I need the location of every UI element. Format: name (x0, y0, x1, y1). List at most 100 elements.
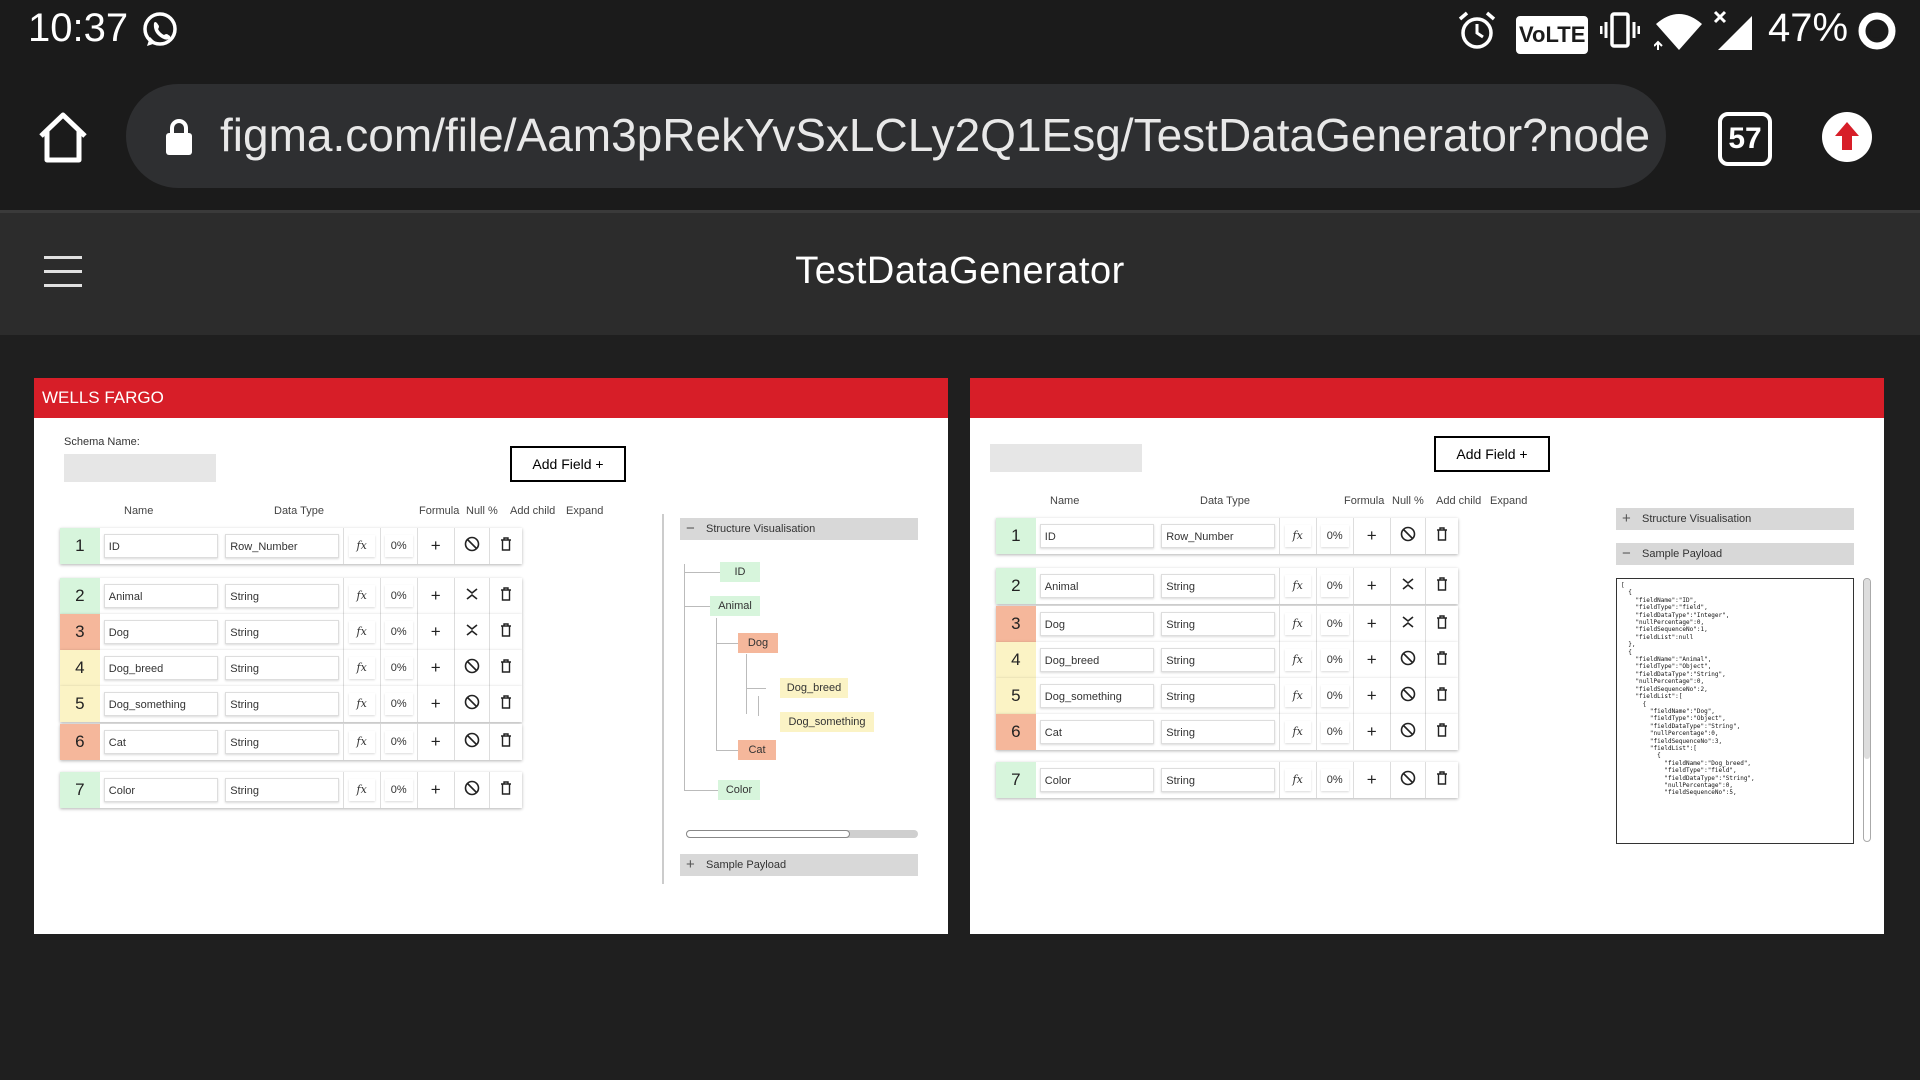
data-type-input[interactable]: String (225, 584, 340, 608)
null-percent-input[interactable]: 0% (1320, 685, 1349, 707)
formula-button[interactable]: fx (1284, 769, 1311, 791)
null-percent-input[interactable]: 0% (384, 585, 413, 607)
null-percent-input[interactable]: 0% (1320, 575, 1349, 597)
add-child-icon[interactable]: + (418, 694, 454, 714)
sample-payload-header[interactable]: + Sample Payload (680, 854, 918, 876)
data-type-input[interactable]: String (225, 692, 340, 716)
field-name-input[interactable]: Cat (103, 730, 218, 754)
formula-button[interactable]: fx (348, 535, 375, 557)
formula-button[interactable]: fx (1284, 721, 1311, 743)
field-row[interactable]: 7 Color String fx 0% + (60, 772, 522, 808)
field-row[interactable]: 1 ID Row_Number fx 0% + (60, 528, 522, 564)
disabled-icon[interactable] (1391, 722, 1425, 743)
scrollbar-thumb[interactable] (1864, 579, 1870, 759)
field-name-input[interactable]: Dog_something (103, 692, 218, 716)
data-type-input[interactable]: String (1161, 720, 1276, 744)
tree-node-dog-something[interactable]: Dog_something (780, 712, 874, 732)
add-child-icon[interactable]: + (418, 732, 454, 752)
collapse-arrows-icon[interactable] (1391, 614, 1425, 634)
null-percent-input[interactable]: 0% (384, 535, 413, 557)
delete-icon[interactable] (490, 694, 522, 714)
disabled-icon[interactable] (1391, 526, 1425, 547)
field-row[interactable]: 5 Dog_something String fx 0% + (60, 686, 522, 722)
field-name-input[interactable]: Cat (1039, 720, 1154, 744)
tree-node-color[interactable]: Color (718, 780, 760, 800)
add-child-icon[interactable]: + (1354, 576, 1390, 596)
add-child-icon[interactable]: + (1354, 770, 1390, 790)
disabled-icon[interactable] (455, 780, 489, 801)
field-name-input[interactable]: Animal (103, 584, 218, 608)
add-child-icon[interactable]: + (418, 586, 454, 606)
data-type-input[interactable]: String (225, 656, 340, 680)
scrollbar-thumb[interactable] (686, 830, 850, 838)
add-field-button[interactable]: Add Field + (1434, 436, 1550, 472)
horizontal-scrollbar[interactable] (686, 830, 918, 838)
add-child-icon[interactable]: + (418, 536, 454, 556)
delete-icon[interactable] (1426, 614, 1458, 634)
schema-name-input[interactable] (990, 444, 1142, 472)
data-type-input[interactable]: String (1161, 768, 1276, 792)
formula-button[interactable]: fx (1284, 525, 1311, 547)
field-name-input[interactable]: Dog (103, 620, 218, 644)
formula-button[interactable]: fx (348, 731, 375, 753)
tab-switcher-button[interactable]: 57 (1718, 112, 1772, 166)
formula-button[interactable]: fx (1284, 613, 1311, 635)
tree-node-id[interactable]: ID (720, 562, 760, 582)
disabled-icon[interactable] (1391, 770, 1425, 791)
collapse-arrows-icon[interactable] (455, 586, 489, 606)
frame-2[interactable]: Add Field + Name Data Type Formula Null … (970, 378, 1884, 934)
disabled-icon[interactable] (455, 658, 489, 679)
data-type-input[interactable]: String (225, 730, 340, 754)
data-type-input[interactable]: String (1161, 684, 1276, 708)
delete-icon[interactable] (490, 536, 522, 556)
null-percent-input[interactable]: 0% (1320, 613, 1349, 635)
null-percent-input[interactable]: 0% (384, 621, 413, 643)
field-name-input[interactable]: Dog_breed (1039, 648, 1154, 672)
structure-visualisation-header[interactable]: − Structure Visualisation (680, 518, 918, 540)
add-child-icon[interactable]: + (1354, 722, 1390, 742)
formula-button[interactable]: fx (348, 779, 375, 801)
collapse-arrows-icon[interactable] (1391, 576, 1425, 596)
field-row[interactable]: 2 Animal String fx 0% + (996, 568, 1458, 604)
field-row[interactable]: 6 Cat String fx 0% + (60, 724, 522, 760)
sample-payload-box[interactable]: [ { "fieldName":"ID", "fieldType":"field… (1616, 578, 1854, 844)
field-row[interactable]: 4 Dog_breed String fx 0% + (60, 650, 522, 686)
formula-button[interactable]: fx (348, 621, 375, 643)
null-percent-input[interactable]: 0% (1320, 769, 1349, 791)
add-child-icon[interactable]: + (1354, 686, 1390, 706)
update-button[interactable] (1822, 112, 1872, 162)
formula-button[interactable]: fx (348, 585, 375, 607)
field-row[interactable]: 5 Dog_something String fx 0% + (996, 678, 1458, 714)
data-type-input[interactable]: String (1161, 648, 1276, 672)
field-row[interactable]: 2 Animal String fx 0% + (60, 578, 522, 614)
structure-visualisation-header[interactable]: + Structure Visualisation (1616, 508, 1854, 530)
field-name-input[interactable]: Dog (1039, 612, 1154, 636)
data-type-input[interactable]: String (225, 778, 340, 802)
formula-button[interactable]: fx (348, 657, 375, 679)
tree-node-dog[interactable]: Dog (738, 633, 778, 653)
field-name-input[interactable]: ID (1039, 524, 1154, 548)
field-row[interactable]: 6 Cat String fx 0% + (996, 714, 1458, 750)
add-child-icon[interactable]: + (418, 780, 454, 800)
null-percent-input[interactable]: 0% (1320, 649, 1349, 671)
home-icon[interactable] (36, 110, 90, 164)
add-child-icon[interactable]: + (418, 658, 454, 678)
field-row[interactable]: 3 Dog String fx 0% + (60, 614, 522, 650)
null-percent-input[interactable]: 0% (384, 731, 413, 753)
disabled-icon[interactable] (1391, 686, 1425, 707)
null-percent-input[interactable]: 0% (384, 693, 413, 715)
disabled-icon[interactable] (1391, 650, 1425, 671)
collapse-arrows-icon[interactable] (455, 622, 489, 642)
delete-icon[interactable] (490, 586, 522, 606)
add-child-icon[interactable]: + (418, 622, 454, 642)
vertical-scrollbar[interactable] (1863, 578, 1871, 842)
field-row[interactable]: 3 Dog String fx 0% + (996, 606, 1458, 642)
formula-button[interactable]: fx (1284, 649, 1311, 671)
frame-1[interactable]: WELLS FARGO Schema Name: Add Field + Nam… (34, 378, 948, 934)
field-row[interactable]: 1 ID Row_Number fx 0% + (996, 518, 1458, 554)
formula-button[interactable]: fx (348, 693, 375, 715)
field-name-input[interactable]: Color (1039, 768, 1154, 792)
delete-icon[interactable] (1426, 770, 1458, 790)
tree-node-animal[interactable]: Animal (710, 596, 760, 616)
delete-icon[interactable] (490, 622, 522, 642)
